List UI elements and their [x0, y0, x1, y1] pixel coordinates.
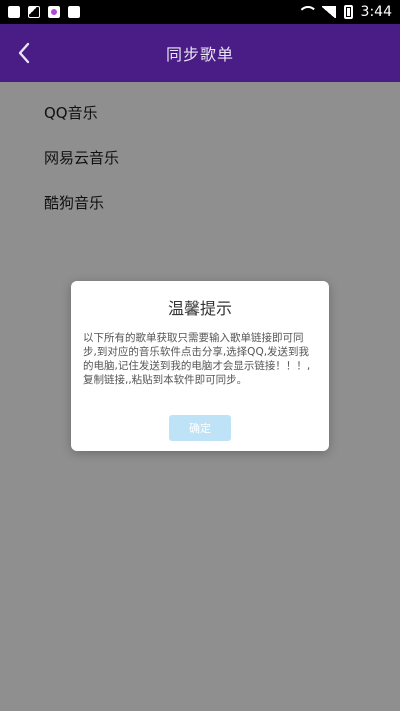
list-item-kugou-music[interactable]: 酷狗音乐 — [0, 180, 400, 225]
app-bar: 同步歌单 — [0, 24, 400, 82]
chevron-left-icon — [18, 42, 30, 64]
back-button[interactable] — [8, 34, 40, 72]
status-bar: 3:44 — [0, 0, 400, 24]
list-item-qq-music[interactable]: QQ音乐 — [0, 90, 400, 135]
list-item-label: QQ音乐 — [44, 104, 98, 122]
notification-icon — [8, 6, 20, 18]
list-item-label: 网易云音乐 — [44, 149, 120, 167]
signal-icon — [321, 6, 336, 18]
confirm-button[interactable]: 确定 — [169, 415, 231, 441]
status-time: 3:44 — [360, 4, 392, 20]
dialog-message: 以下所有的歌单获取只需要输入歌单链接即可同步,到对应的音乐软件点击分享,选择QQ… — [83, 332, 311, 386]
music-source-list: QQ音乐 网易云音乐 酷狗音乐 — [0, 82, 400, 225]
list-item-label: 酷狗音乐 — [44, 194, 105, 212]
wifi-icon — [298, 6, 314, 18]
list-item-netease-music[interactable]: 网易云音乐 — [0, 135, 400, 180]
status-left — [8, 6, 80, 18]
app-icon — [48, 6, 60, 18]
dialog-title: 温馨提示 — [167, 299, 232, 318]
battery-icon — [343, 5, 353, 19]
image-icon — [28, 6, 40, 18]
tip-dialog: 温馨提示 以下所有的歌单获取只需要输入歌单链接即可同步,到对应的音乐软件点击分享… — [71, 281, 329, 451]
status-right: 3:44 — [298, 4, 392, 20]
notification-icon — [68, 6, 80, 18]
page-title: 同步歌单 — [165, 45, 234, 64]
